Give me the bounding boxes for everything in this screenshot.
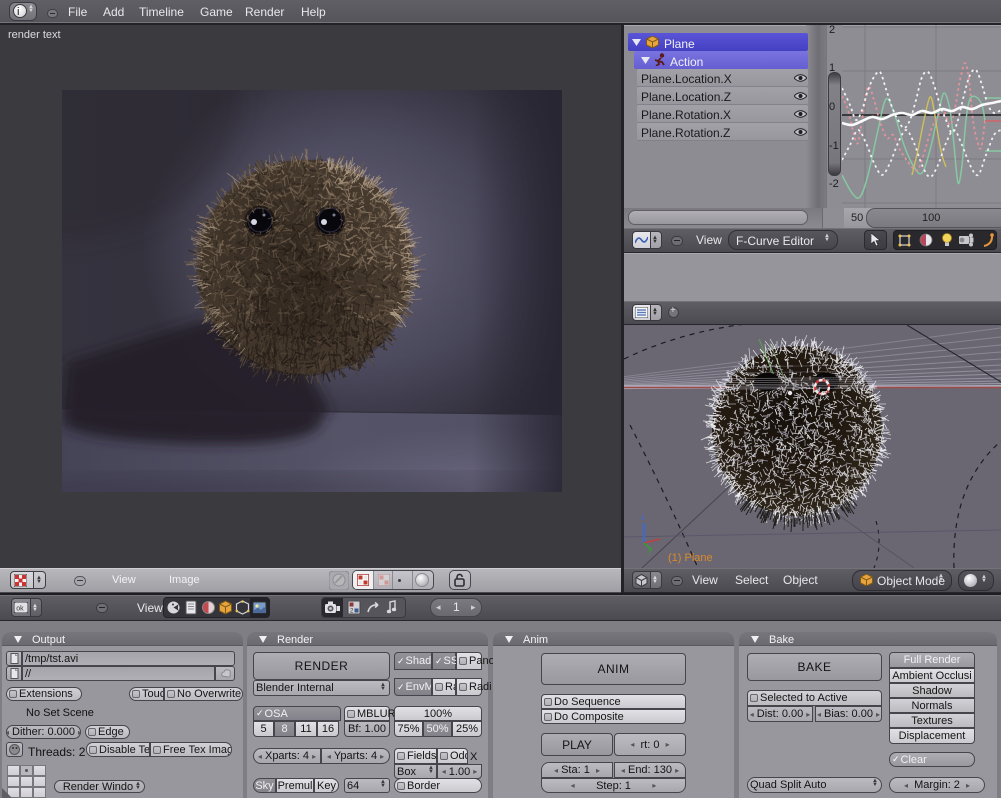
svg-text:z: z [641, 513, 645, 522]
svg-text:y: y [648, 546, 652, 555]
svg-text:(1) Plane: (1) Plane [668, 552, 713, 564]
svg-text:ok: ok [16, 606, 24, 613]
